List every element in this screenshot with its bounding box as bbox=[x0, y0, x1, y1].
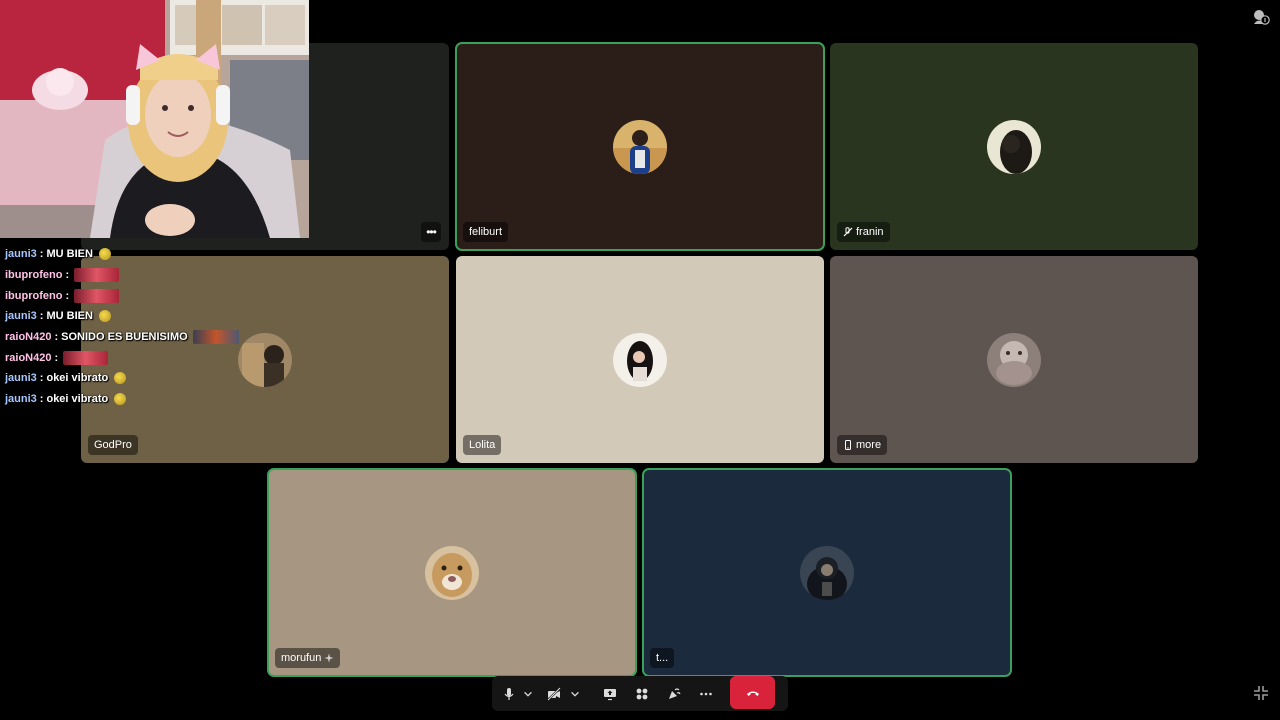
chat-text: okei vibrato bbox=[46, 372, 109, 385]
mic-options-button[interactable] bbox=[522, 684, 534, 704]
mic-button[interactable] bbox=[500, 684, 518, 704]
chat-username: ibuprofeno bbox=[5, 269, 63, 282]
avatar bbox=[613, 119, 667, 174]
chat-message: jauni3: MU BIEN bbox=[5, 306, 255, 327]
leave-call-button[interactable] bbox=[730, 676, 775, 709]
participant-tile-franin[interactable]: franin bbox=[830, 43, 1198, 250]
participant-name-tag: Lolita bbox=[463, 435, 502, 455]
participant-tile-lolita[interactable]: Lolita bbox=[456, 256, 824, 463]
soundboard-icon bbox=[669, 688, 681, 699]
activities-icon bbox=[636, 688, 648, 700]
activities-button[interactable] bbox=[632, 684, 652, 704]
chat-message: ibuprofeno: bbox=[5, 285, 255, 306]
screen-share-button[interactable] bbox=[600, 684, 620, 704]
exit-fullscreen-button[interactable] bbox=[1251, 683, 1271, 703]
chat-message: jauni3: okei vibrato bbox=[5, 389, 255, 410]
participant-name: morufun bbox=[281, 652, 322, 664]
chat-username: ibuprofeno bbox=[5, 289, 63, 302]
participant-name: t... bbox=[656, 652, 669, 664]
participant-name-tag: more bbox=[837, 435, 888, 455]
chat-message: raioN420: bbox=[5, 347, 255, 368]
participant-tile-more[interactable]: more bbox=[830, 256, 1198, 463]
chat-message: jauni3: okei vibrato bbox=[5, 368, 255, 389]
participant-tile-feliburt[interactable]: feliburt bbox=[455, 42, 825, 251]
avatar bbox=[800, 545, 854, 600]
coin-emote bbox=[114, 372, 127, 385]
participant-name-tag: GodPro bbox=[88, 435, 138, 455]
chat-username: jauni3 bbox=[5, 248, 37, 261]
camera-button[interactable] bbox=[544, 684, 564, 704]
participant-name: Lolita bbox=[469, 439, 496, 451]
participant-name: feliburt bbox=[469, 226, 503, 238]
red-emote bbox=[63, 350, 109, 365]
tile-options-button[interactable]: ••• bbox=[421, 222, 441, 242]
more-options-button[interactable] bbox=[696, 684, 716, 704]
participant-name: franin bbox=[856, 226, 884, 238]
chat-username: jauni3 bbox=[5, 393, 37, 406]
participant-name: GodPro bbox=[94, 439, 132, 451]
stream-chat-overlay: jauni3: MU BIEN ibuprofeno: ibuprofeno: … bbox=[5, 244, 255, 410]
phone-icon bbox=[845, 440, 851, 450]
red-emote bbox=[74, 268, 120, 283]
webcam-image bbox=[0, 0, 309, 238]
chat-text: MU BIEN bbox=[46, 248, 93, 261]
chat-message: raioN420: SONIDO ES BUENISIMO bbox=[5, 327, 255, 348]
chat-message: ibuprofeno: bbox=[5, 265, 255, 286]
participant-name-tag: feliburt bbox=[463, 222, 509, 242]
avatar bbox=[987, 119, 1041, 174]
chevron-down-icon bbox=[524, 691, 532, 697]
camera-options-button[interactable] bbox=[569, 684, 581, 704]
participant-name: more bbox=[856, 439, 882, 451]
participant-tile-morufun[interactable]: morufun bbox=[267, 468, 637, 677]
banner-emote bbox=[192, 330, 239, 345]
sparkle-icon bbox=[324, 653, 334, 663]
avatar bbox=[613, 332, 667, 387]
chat-username: jauni3 bbox=[5, 310, 37, 323]
participant-name-tag: t... bbox=[650, 648, 675, 668]
chevron-down-icon bbox=[571, 691, 579, 697]
camera-off-icon bbox=[547, 687, 561, 701]
avatar bbox=[987, 332, 1041, 387]
mic-icon bbox=[504, 688, 514, 700]
screen-share-icon bbox=[604, 689, 616, 701]
hands-emote bbox=[98, 248, 111, 261]
participant-tile-t[interactable]: t... bbox=[642, 468, 1012, 677]
streamer-webcam bbox=[0, 0, 309, 238]
chat-text: okei vibrato bbox=[46, 393, 109, 406]
chat-username: jauni3 bbox=[5, 372, 37, 385]
participant-name-tag: morufun bbox=[275, 648, 341, 668]
chat-text: SONIDO ES BUENISIMO bbox=[61, 331, 188, 344]
mic-off-icon bbox=[843, 227, 853, 237]
exit-fullscreen-icon bbox=[1254, 686, 1268, 700]
hands-emote bbox=[98, 310, 111, 323]
activity-badge-icon bbox=[1254, 10, 1270, 25]
participant-name-tag: franin bbox=[837, 222, 890, 242]
chat-username: raioN420 bbox=[5, 331, 52, 344]
chat-text: MU BIEN bbox=[46, 310, 93, 323]
chat-message: jauni3: MU BIEN bbox=[5, 244, 255, 265]
soundboard-button[interactable] bbox=[664, 684, 684, 704]
coin-emote bbox=[114, 393, 127, 406]
activity-status-button[interactable] bbox=[1251, 7, 1271, 27]
more-icon bbox=[700, 692, 712, 696]
avatar bbox=[425, 545, 479, 600]
red-emote bbox=[74, 288, 120, 303]
chat-username: raioN420 bbox=[5, 351, 52, 364]
phone-hangup-icon bbox=[746, 691, 759, 696]
